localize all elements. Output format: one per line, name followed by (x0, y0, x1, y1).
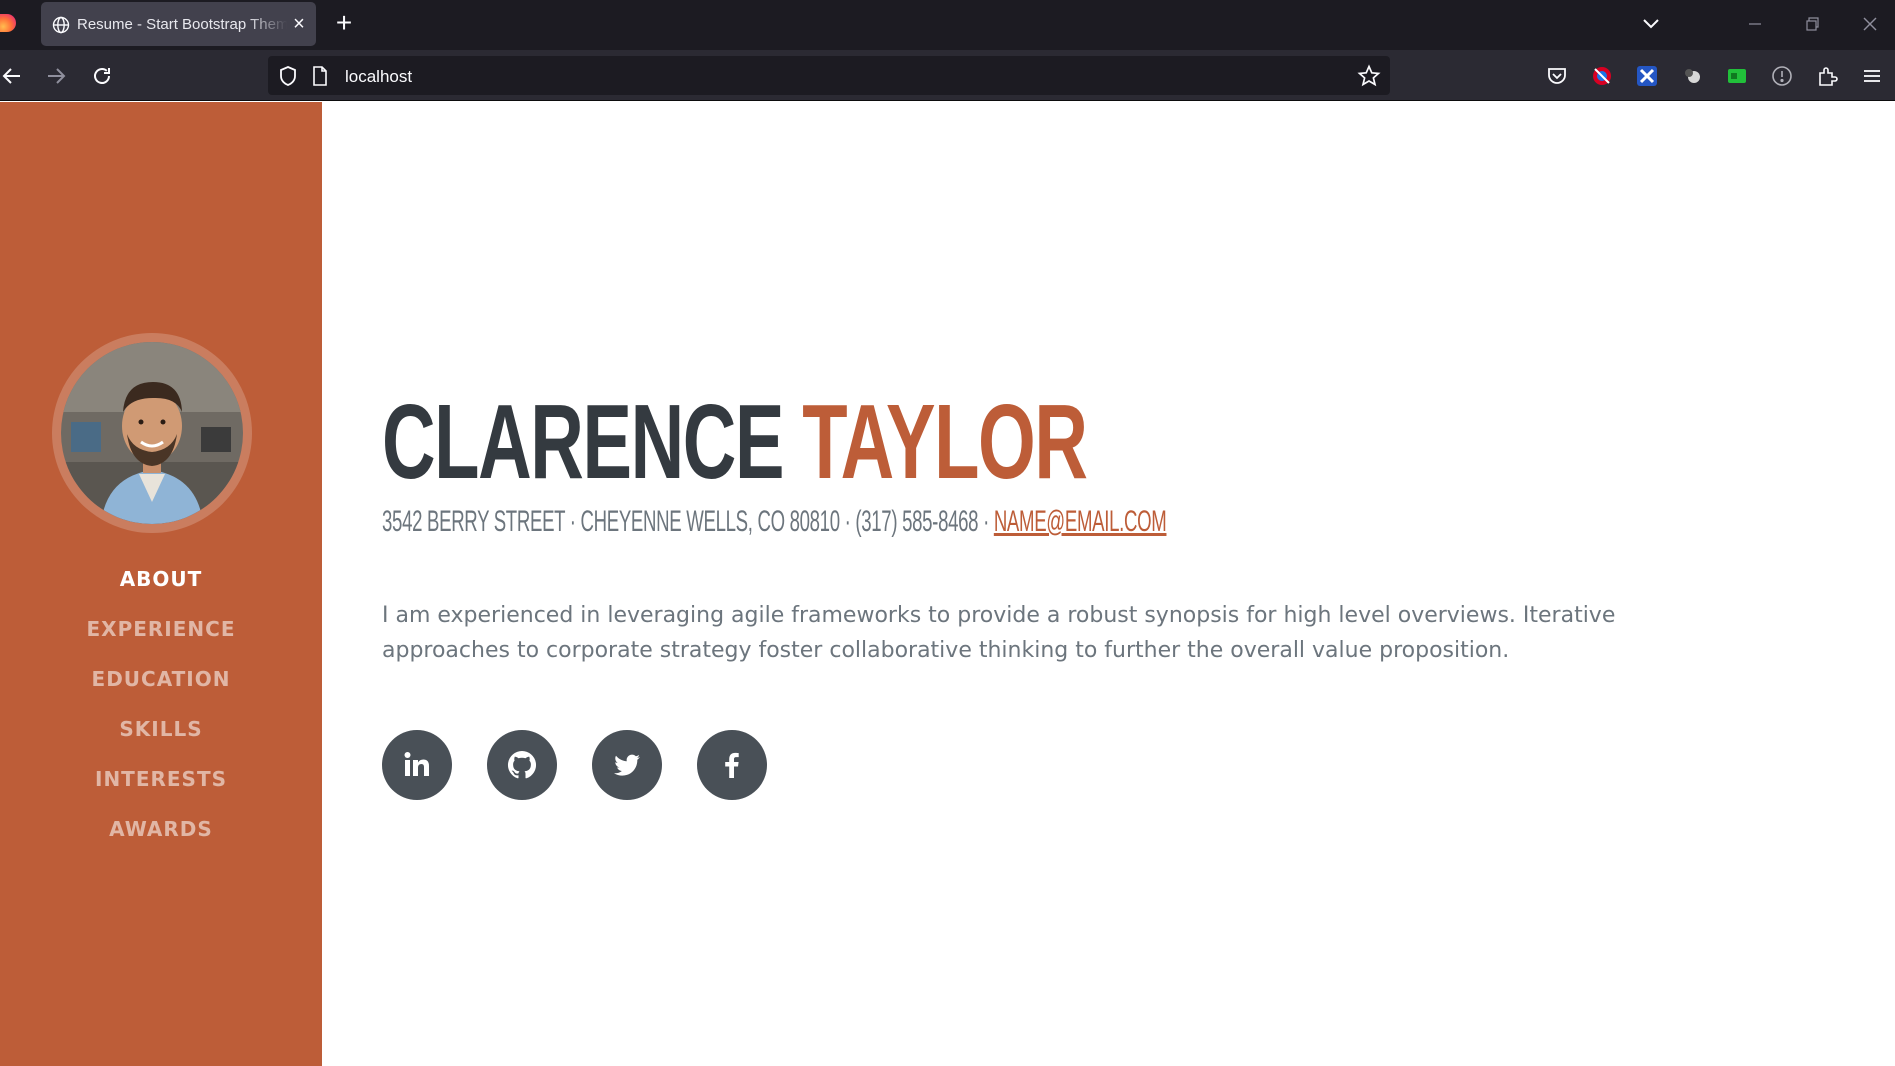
profile-avatar (52, 333, 252, 533)
sidebar-item-skills[interactable]: SKILLS (0, 704, 322, 754)
bookmark-star-icon[interactable] (1357, 64, 1381, 88)
menu-icon[interactable] (1861, 65, 1883, 87)
sidebar-nav: ABOUT EXPERIENCE EDUCATION SKILLS INTERE… (0, 554, 322, 854)
sidebar-item-about[interactable]: ABOUT (0, 554, 322, 604)
url-text[interactable]: localhost (345, 67, 412, 87)
browser-tab[interactable]: Resume - Start Bootstrap Theme × (41, 2, 316, 46)
forward-icon[interactable] (43, 63, 69, 89)
back-icon[interactable] (0, 63, 26, 89)
address-bar[interactable]: localhost (268, 56, 1390, 95)
minimize-icon[interactable] (1742, 12, 1768, 36)
new-tab-button[interactable]: + (331, 9, 357, 37)
sidebar-item-education[interactable]: EDUCATION (0, 654, 322, 704)
linkedin-icon (404, 752, 429, 776)
extensions-puzzle-icon[interactable] (1816, 65, 1838, 87)
x-extension-icon[interactable] (1636, 65, 1658, 87)
tab-close-icon[interactable]: × (289, 14, 309, 34)
restore-icon[interactable] (1799, 12, 1825, 36)
ghost-extension-icon[interactable] (1681, 65, 1703, 87)
page-icon[interactable] (312, 66, 328, 86)
last-name: TAYLOR (802, 383, 1088, 501)
facebook-icon (725, 752, 739, 778)
globe-icon (52, 16, 70, 34)
first-name: CLARENCE (382, 383, 784, 501)
firefox-logo-icon[interactable] (0, 14, 16, 32)
sidebar: ABOUT EXPERIENCE EDUCATION SKILLS INTERE… (0, 102, 322, 1066)
list-all-tabs-icon[interactable] (1638, 12, 1664, 36)
sidebar-item-interests[interactable]: INTERESTS (0, 754, 322, 804)
twitter-icon (614, 754, 640, 776)
address-text: 3542 Berry Street · Cheyenne Wells, CO 8… (382, 505, 994, 538)
browser-nav-bar: localhost (0, 50, 1895, 101)
twitter-button[interactable] (592, 730, 662, 800)
about-section: CLARENCE TAYLOR 3542 Berry Street · Chey… (322, 102, 1895, 1066)
sidebar-item-awards[interactable]: AWARDS (0, 804, 322, 854)
browser-tab-bar: Resume - Start Bootstrap Theme × + (0, 0, 1895, 50)
page-title: CLARENCE TAYLOR (382, 382, 1088, 502)
adblock-extension-icon[interactable] (1591, 65, 1613, 87)
info-extension-icon[interactable] (1771, 65, 1793, 87)
contact-line: 3542 Berry Street · Cheyenne Wells, CO 8… (382, 504, 1167, 540)
profile-photo (61, 342, 243, 524)
reload-icon[interactable] (89, 63, 115, 89)
email-link[interactable]: name@email.com (994, 505, 1167, 538)
github-icon (507, 751, 537, 779)
green-extension-icon[interactable] (1726, 65, 1748, 87)
github-button[interactable] (487, 730, 557, 800)
pocket-icon[interactable] (1546, 65, 1568, 87)
sidebar-item-experience[interactable]: EXPERIENCE (0, 604, 322, 654)
shield-icon[interactable] (278, 65, 298, 87)
linkedin-button[interactable] (382, 730, 452, 800)
close-window-icon[interactable] (1857, 12, 1883, 36)
facebook-button[interactable] (697, 730, 767, 800)
tab-title: Resume - Start Bootstrap Theme (77, 16, 287, 33)
about-lead: I am experienced in leveraging agile fra… (382, 603, 1616, 663)
